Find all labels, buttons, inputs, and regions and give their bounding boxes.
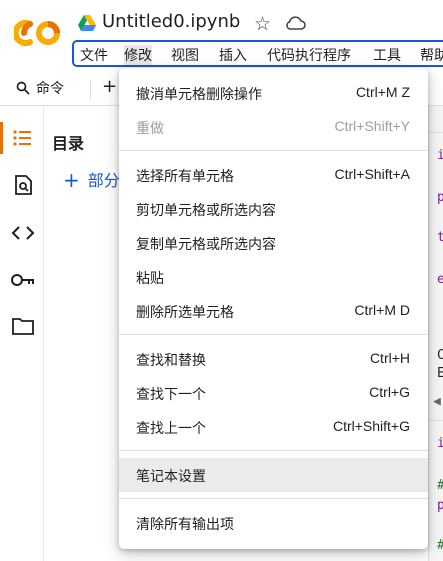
- code-char: i: [437, 436, 443, 451]
- add-cell-button[interactable]: +: [102, 76, 117, 97]
- menu-help[interactable]: 帮助: [420, 45, 443, 65]
- cell-divider: [428, 132, 443, 133]
- code-char: p: [437, 498, 443, 513]
- menu-file[interactable]: 文件: [80, 45, 108, 65]
- menu-item-undo-delete[interactable]: 撤消单元格删除操作 Ctrl+M Z: [119, 76, 428, 110]
- menu-item-paste[interactable]: 粘贴: [119, 260, 428, 294]
- menu-separator: [119, 150, 428, 151]
- notebook-title[interactable]: Untitled0.ipynb: [102, 11, 240, 32]
- menu-edit[interactable]: 修改: [124, 45, 152, 65]
- menu-separator: [119, 450, 428, 451]
- menu-item-find-replace[interactable]: 查找和替换 Ctrl+H: [119, 342, 428, 376]
- menu-item-delete-selected[interactable]: 删除所选单元格 Ctrl+M D: [119, 294, 428, 328]
- code-char: C: [437, 348, 443, 363]
- list-icon[interactable]: [11, 127, 33, 149]
- add-section-button[interactable]: + 部分: [63, 167, 120, 192]
- folder-icon[interactable]: [11, 316, 35, 336]
- google-drive-icon: [78, 15, 96, 31]
- menu-separator: [119, 334, 428, 335]
- menu-runtime[interactable]: 代码执行程序: [267, 45, 351, 65]
- menu-insert[interactable]: 插入: [219, 45, 247, 65]
- menu-view[interactable]: 视图: [171, 45, 199, 65]
- menu-item-cut[interactable]: 剪切单元格或所选内容: [119, 192, 428, 226]
- toolbar-divider: [90, 80, 91, 98]
- toc-title: 目录: [52, 134, 85, 153]
- rail-active-indicator: [0, 122, 3, 154]
- edit-menu-dropdown: 撤消单元格删除操作 Ctrl+M Z 重做 Ctrl+Shift+Y 选择所有单…: [119, 68, 428, 549]
- menu-separator: [119, 498, 428, 499]
- document-search-icon[interactable]: [12, 174, 34, 196]
- command-palette-button[interactable]: 命令: [36, 78, 64, 98]
- star-icon[interactable]: ☆: [254, 13, 271, 35]
- key-icon[interactable]: [10, 270, 36, 290]
- cell-divider: [428, 420, 443, 421]
- menu-item-find-previous[interactable]: 查找上一个 Ctrl+Shift+G: [119, 410, 428, 444]
- menu-item-clear-outputs[interactable]: 清除所有输出项: [119, 506, 428, 540]
- code-char: E: [437, 366, 443, 381]
- menu-item-select-all[interactable]: 选择所有单元格 Ctrl+Shift+A: [119, 158, 428, 192]
- code-char: i: [437, 148, 443, 163]
- menu-item-copy[interactable]: 复制单元格或所选内容: [119, 226, 428, 260]
- menu-item-redo[interactable]: 重做 Ctrl+Shift+Y: [119, 110, 428, 144]
- code-char: e: [437, 272, 443, 287]
- colab-logo[interactable]: [14, 18, 62, 48]
- code-char: #: [437, 538, 443, 553]
- add-section-label: 部分: [87, 171, 120, 190]
- code-char: p: [437, 190, 443, 205]
- code-brackets-icon[interactable]: [11, 222, 35, 244]
- scroll-left-icon[interactable]: ◀: [433, 394, 441, 409]
- cloud-icon[interactable]: [284, 14, 306, 32]
- search-icon[interactable]: [16, 81, 30, 95]
- plus-icon: +: [63, 168, 80, 192]
- menu-item-find-next[interactable]: 查找下一个 Ctrl+G: [119, 376, 428, 410]
- code-char: t: [437, 230, 443, 245]
- menu-tools[interactable]: 工具: [373, 45, 401, 65]
- menu-item-notebook-settings[interactable]: 笔记本设置: [119, 458, 428, 492]
- menu-bar: 文件 修改 视图 插入 代码执行程序 工具 帮助: [72, 40, 443, 67]
- code-char: #: [437, 478, 443, 493]
